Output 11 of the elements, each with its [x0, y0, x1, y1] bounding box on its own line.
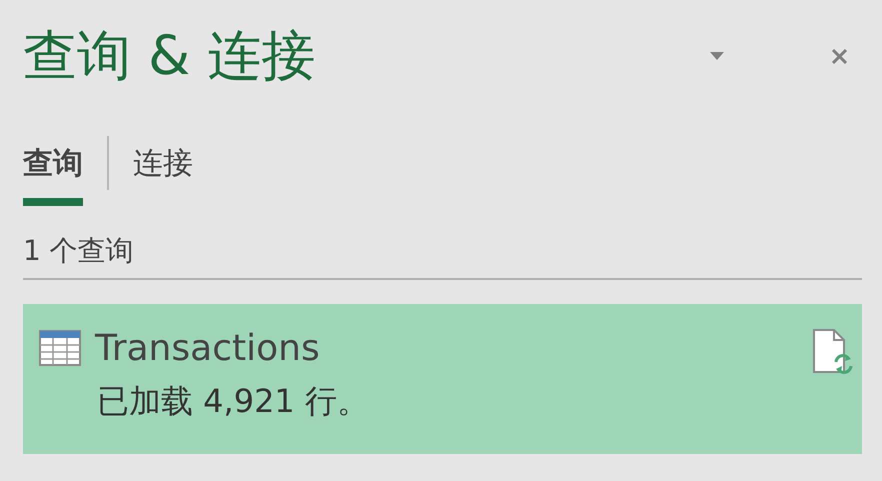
query-name: Transactions — [95, 328, 321, 368]
dropdown-icon[interactable] — [710, 52, 724, 60]
query-item[interactable]: Transactions 已加载 4,921 行。 — [23, 304, 862, 454]
load-status: 已加载 4,921 行。 — [97, 381, 370, 422]
document-refresh-icon[interactable] — [812, 328, 854, 376]
tab[interactable]: 连接 — [133, 142, 193, 206]
query-count: 1 个查询 — [23, 233, 135, 269]
table-icon — [39, 330, 81, 366]
close-icon[interactable] — [832, 48, 847, 64]
tab[interactable]: 查询 — [23, 142, 83, 206]
pane-title: 查询 & 连接 — [23, 22, 316, 88]
